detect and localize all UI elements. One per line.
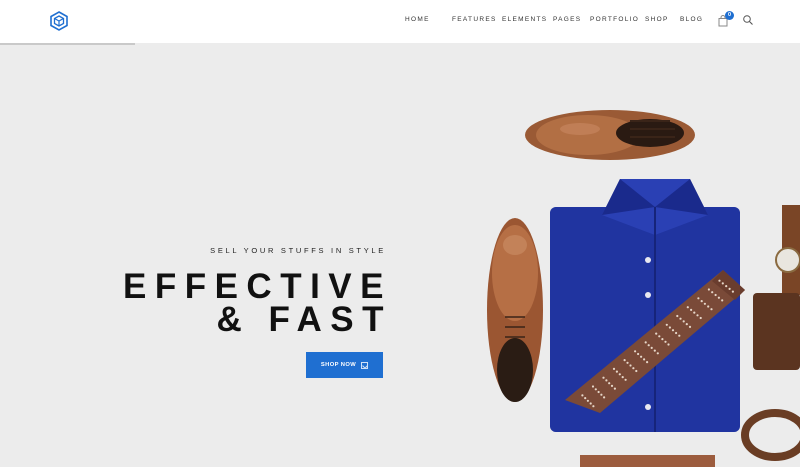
tie-dot [592,405,595,408]
wallet [753,293,800,370]
search-icon[interactable] [742,14,754,26]
slider-progress-bar [0,43,135,45]
cart-count-badge: 0 [725,11,734,20]
page: HOME FEATURES ELEMENTS PAGES PORTFOLIO S… [0,0,800,467]
tie-dot [682,320,685,323]
tie-dot [584,397,587,400]
tie-dot [718,279,721,282]
nav-shop[interactable]: SHOP [645,16,680,23]
tie-dot [728,287,731,290]
tie-dot [635,369,638,373]
tie-dot [618,373,621,376]
belt [741,409,800,461]
hero-tagline: SELL YOUR STUFFS IN STYLE [210,246,386,255]
tie-dot [711,291,714,294]
tie-dot [703,302,706,305]
shop-now-button[interactable]: SHOP NOW [306,352,383,378]
tie-dot [608,382,611,385]
tie-dot [597,390,600,394]
nav-elements[interactable]: ELEMENTS [502,16,553,23]
tie-dot [685,323,688,326]
tie-dot [640,355,643,358]
tie-dot [671,329,675,332]
tie-dot [667,343,670,346]
hero-product-image [487,110,800,467]
tie-dot [731,290,734,293]
nav-home[interactable]: HOME [405,16,452,23]
site-header: HOME FEATURES ELEMENTS PAGES PORTFOLIO S… [0,0,800,43]
tie-dot [623,359,626,362]
watch [775,205,800,295]
tie-dot [699,316,702,320]
tie-dot [610,384,614,387]
tie-dot [710,308,713,311]
tie-dot [678,334,681,337]
tie-dot [602,376,605,379]
tie-dot [594,388,597,391]
tie-dot [613,387,616,390]
tie-dot [697,297,700,300]
tie-dot [725,285,728,288]
tie-dot [581,394,584,397]
tie-dot [693,311,696,314]
tie-dot [675,331,678,335]
tie-dot [600,393,603,396]
cart-button[interactable]: 0 [718,11,734,27]
hero-headline: EFFECTIVE & FAST [100,267,392,339]
nav-pages[interactable]: PAGES [553,16,590,23]
tie-dot [624,378,627,381]
tie-dot [637,352,640,356]
tie-dot [650,346,653,349]
main-nav: HOME FEATURES ELEMENTS PAGES PORTFOLIO S… [405,16,710,23]
arrow-box-icon [361,361,369,369]
tie-dot [589,402,592,405]
tie-dot [586,399,589,402]
nav-portfolio[interactable]: PORTFOLIO [590,16,645,23]
tie-dot [632,367,635,370]
tie-dot [653,349,656,352]
nav-features[interactable]: FEATURES [452,16,502,23]
tie-dot [676,314,679,318]
tie-dot [634,350,637,353]
top-shoe [525,110,695,160]
tie-dot [615,370,618,373]
tie-dot [644,341,647,344]
tie-dot [721,299,724,302]
tie-dot [621,376,624,379]
shop-now-label: SHOP NOW [320,362,357,368]
tie-dot [721,282,724,285]
tie-dot [647,344,650,347]
hero-headline-line2: & FAST [216,300,392,339]
socks [580,455,715,467]
tie-dot [700,300,703,303]
tie-dot [656,352,659,355]
hexagon-cube-logo[interactable] [49,11,69,31]
tie-dot [612,367,616,370]
tie-dot [661,338,664,341]
tie-dot [696,314,699,317]
tie-dot [655,332,658,335]
tie-dot [707,305,710,308]
tie-dot [605,379,608,382]
tie-dot [686,306,689,309]
tie-dot [626,361,629,364]
tie-dot [591,385,595,388]
tie-dot [665,323,668,326]
tie-dot [664,340,667,343]
tie-dot [690,308,693,311]
tie-dot [646,361,649,364]
tie-dot [717,296,720,299]
left-shoe [487,218,543,402]
nav-blog[interactable]: BLOG [680,16,710,23]
tie-dot [707,288,710,291]
tie-dot [688,325,692,328]
tie-dot [714,293,717,297]
tie-dot [668,326,671,329]
tie-dot [658,335,661,338]
tie-dot [679,317,682,320]
hero-headline-line1: EFFECTIVE [122,267,392,306]
tie-dot [603,396,606,399]
tie-dot [629,364,632,367]
tie-dot [643,358,646,361]
